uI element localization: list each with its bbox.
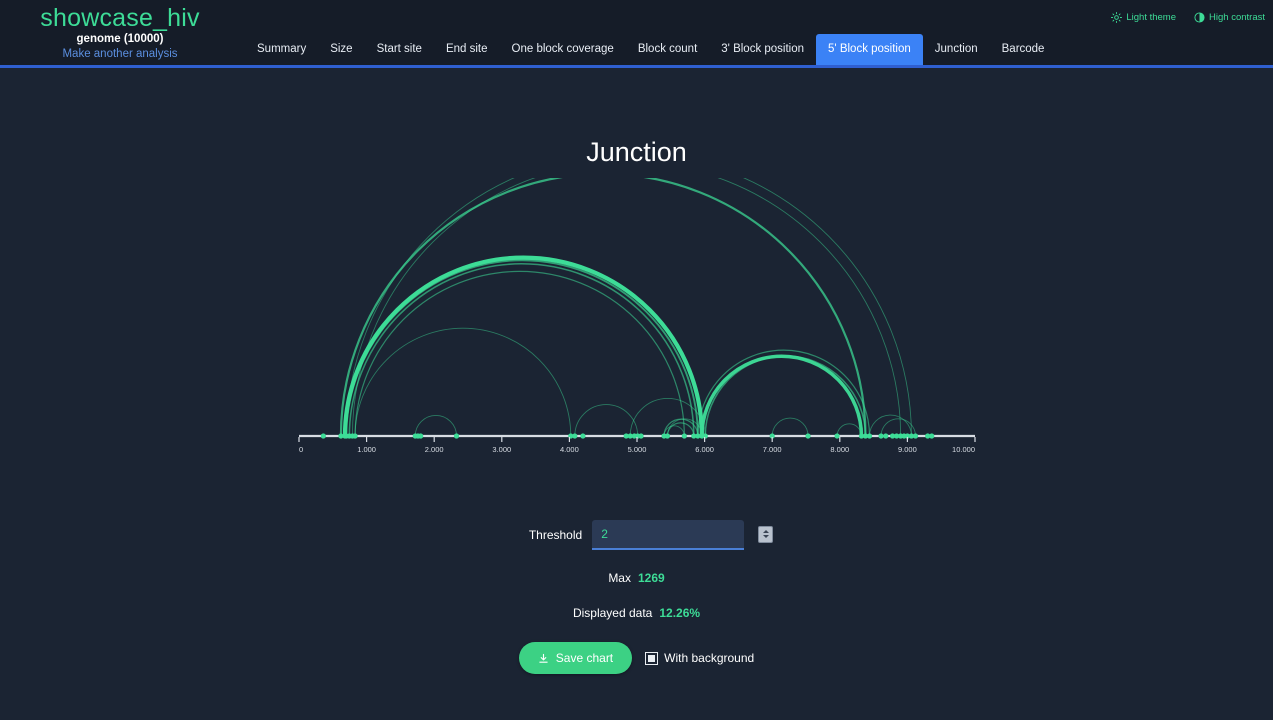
node-dot-18 xyxy=(637,433,644,439)
axis-tick-label-5: 5.000 xyxy=(627,445,646,454)
theme-controls: Light theme High contrast xyxy=(1111,12,1265,23)
node-dot-40 xyxy=(912,433,918,439)
arc-2 xyxy=(339,178,867,438)
threshold-input-box[interactable] xyxy=(592,520,774,550)
arc-21 xyxy=(880,418,916,437)
axis-tick-label-8: 8.000 xyxy=(830,445,849,454)
light-theme-label: Light theme xyxy=(1126,12,1177,23)
axis-tick-label-7: 7.000 xyxy=(762,445,781,454)
displayed-data-label: Displayed data xyxy=(572,606,653,620)
download-icon xyxy=(538,653,549,664)
axis-tick-label-1: 1.000 xyxy=(357,445,376,454)
displayed-stat-row: Displayed data 12.26% xyxy=(0,606,1273,620)
arc-5 xyxy=(348,263,695,437)
arc-16 xyxy=(704,355,866,437)
max-stat-row: Max 1269 xyxy=(0,571,1273,585)
node-dot-6 xyxy=(352,433,358,439)
max-value: 1269 xyxy=(637,571,665,585)
displayed-data-value: 12.26% xyxy=(659,606,701,620)
arc-diagram-svg: 0 1.000 2.000 3.000 4.000 5.000 6.000 7.000 8.00… xyxy=(297,178,976,454)
save-chart-button[interactable]: Save chart xyxy=(518,642,633,674)
arc-15 xyxy=(699,354,863,438)
threshold-input[interactable] xyxy=(592,520,759,548)
contrast-icon xyxy=(1194,12,1205,23)
node-dot-9 xyxy=(417,433,423,439)
node-dot-25 xyxy=(702,433,708,439)
node-dot-42 xyxy=(928,433,934,439)
node-dot-33 xyxy=(882,433,888,439)
nav-tab-end-site[interactable]: End site xyxy=(434,34,500,65)
nav-tab-block-count[interactable]: Block count xyxy=(626,34,709,65)
axis-tick-label-9: 9.000 xyxy=(898,445,917,454)
arc-18 xyxy=(771,417,808,437)
node-dot-10 xyxy=(453,433,459,439)
high-contrast-toggle[interactable]: High contrast xyxy=(1194,12,1265,23)
stepper-up-icon[interactable] xyxy=(762,530,769,534)
genome-subtitle: genome (10000) xyxy=(76,33,164,45)
axis-tick-label-6: 6.000 xyxy=(695,445,714,454)
node-dot-32 xyxy=(877,433,884,439)
node-dot-27 xyxy=(804,433,811,439)
arc-20 xyxy=(868,414,912,437)
arc-8 xyxy=(414,414,457,437)
arc-19 xyxy=(836,423,862,437)
chart-controls: Threshold Max 1269 Displayed data 12.26% xyxy=(0,520,1273,674)
action-row: Save chart With background xyxy=(0,642,1273,674)
with-background-label: With background xyxy=(664,651,755,665)
axis-tick-label-0: 0 xyxy=(299,445,303,454)
threshold-label: Threshold xyxy=(528,528,583,542)
node-dot-0 xyxy=(320,433,326,439)
main-content: Junction 0 1.000 2.000 3.000 4.000 5.000 6.000… xyxy=(0,68,1273,717)
nav-tab-5-block-position[interactable]: 5' Block position xyxy=(816,34,923,65)
nav-tab-3-block-position[interactable]: 3' Block position xyxy=(709,34,816,65)
light-theme-toggle[interactable]: Light theme xyxy=(1111,12,1176,23)
nav-tab-summary[interactable]: Summary xyxy=(245,34,318,65)
sun-icon xyxy=(1111,12,1123,23)
arc-17 xyxy=(696,349,870,437)
nav-tab-start-site[interactable]: Start site xyxy=(365,34,434,65)
node-dot-20 xyxy=(664,433,670,439)
nav-tab-barcode[interactable]: Barcode xyxy=(990,34,1057,65)
nav-tab-one-block-coverage[interactable]: One block coverage xyxy=(500,34,626,65)
node-dot-28 xyxy=(833,433,840,439)
arc-0 xyxy=(345,178,912,437)
brand-block: showcase_hiv genome (10000) Make another… xyxy=(0,4,240,62)
threshold-stepper[interactable] xyxy=(758,525,774,543)
axis-tick-label-2: 2.000 xyxy=(424,445,443,454)
axis-tick-label-4: 4.000 xyxy=(560,445,579,454)
make-another-analysis-link[interactable]: Make another analysis xyxy=(0,47,240,62)
node-dot-21 xyxy=(681,433,687,439)
arc-4 xyxy=(344,259,699,437)
nav-tab-junction[interactable]: Junction xyxy=(923,34,990,65)
axis-tick-label-10: 10.000 xyxy=(952,445,975,454)
max-label: Max xyxy=(608,571,631,585)
junction-arc-chart: 0 1.000 2.000 3.000 4.000 5.000 6.000 7.000 8.00… xyxy=(0,178,1273,508)
main-navigation: Summary Size Start site End site One block c… xyxy=(245,34,1056,65)
checkbox-box-icon[interactable] xyxy=(645,651,659,665)
threshold-row: Threshold xyxy=(0,520,1273,550)
with-background-checkbox[interactable]: With background xyxy=(645,651,755,665)
nav-tab-size[interactable]: Size xyxy=(318,34,364,65)
node-dot-13 xyxy=(579,433,586,439)
arc-1 xyxy=(351,178,901,437)
axis-tick-label-3: 3.000 xyxy=(492,445,511,454)
node-dot-12 xyxy=(571,433,577,439)
save-chart-label: Save chart xyxy=(555,651,614,665)
arc-9 xyxy=(573,404,638,437)
node-dot-31 xyxy=(866,433,872,439)
arc-7 xyxy=(354,327,571,437)
stepper-down-icon[interactable] xyxy=(762,534,769,538)
high-contrast-label: High contrast xyxy=(1209,12,1265,23)
app-title: showcase_hiv xyxy=(40,4,200,32)
app-header: showcase_hiv genome (10000) Make another… xyxy=(0,0,1273,68)
page-title: Junction xyxy=(586,137,687,167)
